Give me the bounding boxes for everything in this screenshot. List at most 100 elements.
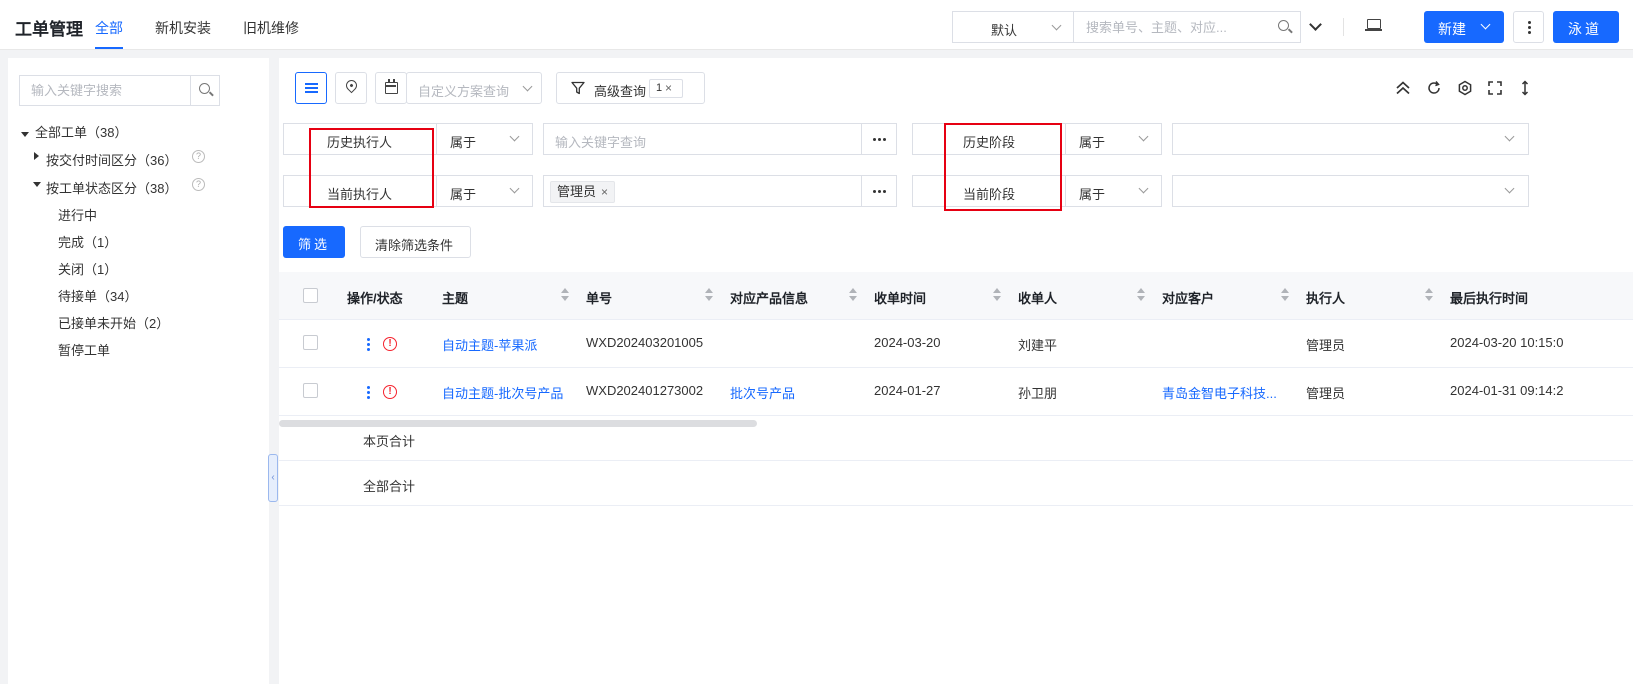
- filter-button-label: 筛选: [298, 237, 331, 252]
- filter-operator-select[interactable]: 属于: [1065, 175, 1162, 207]
- sidebar-search-button[interactable]: [190, 76, 220, 105]
- filter-operator-value: 属于: [450, 187, 477, 202]
- cell-product[interactable]: 批次号产品: [730, 383, 795, 402]
- more-horizontal-icon: [873, 190, 876, 193]
- col-customer[interactable]: 对应客户: [1162, 288, 1214, 307]
- cell-subject[interactable]: 自动主题-批次号产品: [442, 383, 563, 402]
- row-menu-icon[interactable]: [367, 386, 370, 389]
- sort-icon[interactable]: [1425, 288, 1433, 302]
- col-receiver[interactable]: 收单人: [1018, 288, 1057, 307]
- select-all-checkbox[interactable]: [303, 288, 318, 303]
- col-last-exec-time[interactable]: 最后执行时间: [1450, 288, 1528, 307]
- cell-executor: 管理员: [1306, 338, 1346, 353]
- refresh-icon[interactable]: [1426, 80, 1442, 96]
- sort-icon[interactable]: [993, 288, 1001, 302]
- col-product[interactable]: 对应产品信息: [730, 288, 808, 307]
- sidebar-collapse-handle[interactable]: ‹: [268, 454, 278, 502]
- chevron-down-icon: [1138, 183, 1149, 194]
- filter-value-input-history-executor[interactable]: 输入关键字查询: [543, 123, 863, 155]
- advanced-query-count-badge[interactable]: 1 ×: [649, 79, 683, 98]
- caret-right-icon[interactable]: [34, 152, 39, 160]
- tree-group-delivery-time[interactable]: 按交付时间区分（36）: [46, 150, 177, 169]
- cell-customer[interactable]: 青岛金智电子科技...: [1162, 383, 1277, 402]
- page-total-row: 本页合计: [279, 416, 1633, 461]
- chevron-down-icon: [522, 81, 533, 92]
- view-select-value: 默认: [991, 23, 1018, 38]
- tree-item-done[interactable]: 完成（1）: [58, 232, 117, 251]
- list-view-button[interactable]: [295, 72, 327, 104]
- help-icon[interactable]: ?: [192, 150, 205, 163]
- fullscreen-icon[interactable]: [1487, 80, 1503, 96]
- sort-icon[interactable]: [1137, 288, 1145, 302]
- tab-all[interactable]: 全部: [95, 18, 123, 38]
- filter-operator-select[interactable]: 属于: [436, 123, 533, 155]
- filter-value-select-history-stage[interactable]: [1172, 123, 1529, 155]
- highlight-box-executor: [309, 128, 434, 208]
- custom-scheme-placeholder: 自定义方案查询: [418, 84, 510, 99]
- close-icon[interactable]: ×: [665, 81, 672, 95]
- col-executor[interactable]: 执行人: [1306, 288, 1345, 307]
- table-row[interactable]: ! 自动主题-苹果派 WXD202403201005 2024-03-20 刘建…: [279, 320, 1633, 368]
- more-button[interactable]: [1513, 11, 1544, 43]
- cell-received-time: 2024-01-27: [874, 383, 941, 398]
- filter-value-input-current-executor[interactable]: 管理员 ×: [543, 175, 863, 207]
- cell-received-time: 2024-03-20: [874, 335, 941, 350]
- map-view-button[interactable]: [335, 72, 367, 104]
- cell-receiver: 刘建平: [1018, 338, 1058, 353]
- sort-icon[interactable]: [561, 288, 569, 302]
- chevron-down-icon: [1504, 131, 1515, 142]
- caret-down-icon[interactable]: [33, 182, 41, 187]
- filter-operator-select[interactable]: 属于: [436, 175, 533, 207]
- tree-item-pending[interactable]: 待接单（34）: [58, 286, 137, 305]
- calendar-view-button[interactable]: [375, 72, 407, 104]
- row-checkbox[interactable]: [303, 383, 318, 398]
- chevron-down-icon[interactable]: [1309, 18, 1322, 31]
- sort-icon[interactable]: [1281, 288, 1289, 302]
- advanced-query-button[interactable]: 高级查询 1 ×: [556, 72, 705, 104]
- clear-filters-button[interactable]: 清除筛选条件: [360, 226, 471, 258]
- collapse-up-icon[interactable]: [1395, 80, 1411, 96]
- view-select[interactable]: 默认: [952, 11, 1073, 43]
- laptop-icon[interactable]: [1365, 19, 1382, 31]
- search-icon: [199, 83, 210, 94]
- sort-icon[interactable]: [705, 288, 713, 302]
- tab-new-install[interactable]: 新机安装: [155, 18, 211, 38]
- sort-icon[interactable]: [849, 288, 857, 302]
- tree-root[interactable]: 全部工单（38）: [35, 122, 127, 141]
- header-search-button[interactable]: [1269, 11, 1301, 43]
- tree-item-closed[interactable]: 关闭（1）: [58, 259, 117, 278]
- tree-item-accepted-not-started[interactable]: 已接单未开始（2）: [58, 313, 169, 332]
- swimlane-button[interactable]: 泳道: [1553, 11, 1619, 43]
- filter-operator-select[interactable]: 属于: [1065, 123, 1162, 155]
- sidebar-search-input[interactable]: [20, 76, 190, 105]
- filter-operator-value: 属于: [1079, 187, 1106, 202]
- table-row[interactable]: ! 自动主题-批次号产品 WXD202401273002 批次号产品 2024-…: [279, 368, 1633, 416]
- row-checkbox[interactable]: [303, 335, 318, 350]
- filter-more-button[interactable]: [861, 175, 897, 207]
- selected-tag-label: 管理员: [557, 184, 597, 199]
- chevron-down-icon: [509, 131, 520, 142]
- row-height-icon[interactable]: [1517, 80, 1533, 96]
- tree-item-in-progress[interactable]: 进行中: [58, 205, 97, 224]
- row-menu-icon[interactable]: [367, 338, 370, 341]
- filter-more-button[interactable]: [861, 123, 897, 155]
- new-button[interactable]: 新建: [1424, 11, 1504, 43]
- col-action-status: 操作/状态: [347, 291, 403, 306]
- cell-subject[interactable]: 自动主题-苹果派: [442, 335, 537, 354]
- tab-old-repair[interactable]: 旧机维修: [243, 18, 299, 38]
- custom-scheme-select[interactable]: 自定义方案查询: [406, 72, 542, 104]
- col-number[interactable]: 单号: [586, 288, 612, 307]
- tree-item-paused[interactable]: 暂停工单: [58, 340, 110, 359]
- help-icon[interactable]: ?: [192, 178, 205, 191]
- col-subject[interactable]: 主题: [442, 288, 468, 307]
- header-search-input[interactable]: [1074, 12, 1270, 42]
- filter-value-select-current-stage[interactable]: [1172, 175, 1529, 207]
- close-icon[interactable]: ×: [601, 185, 608, 199]
- gear-icon[interactable]: [1457, 80, 1473, 96]
- location-pin-icon: [343, 77, 360, 94]
- tree-group-status[interactable]: 按工单状态区分（38）: [46, 178, 177, 197]
- filter-button[interactable]: 筛选: [283, 226, 345, 258]
- caret-down-icon[interactable]: [21, 132, 29, 137]
- header-search: [1073, 11, 1270, 43]
- col-received-time[interactable]: 收单时间: [874, 288, 926, 307]
